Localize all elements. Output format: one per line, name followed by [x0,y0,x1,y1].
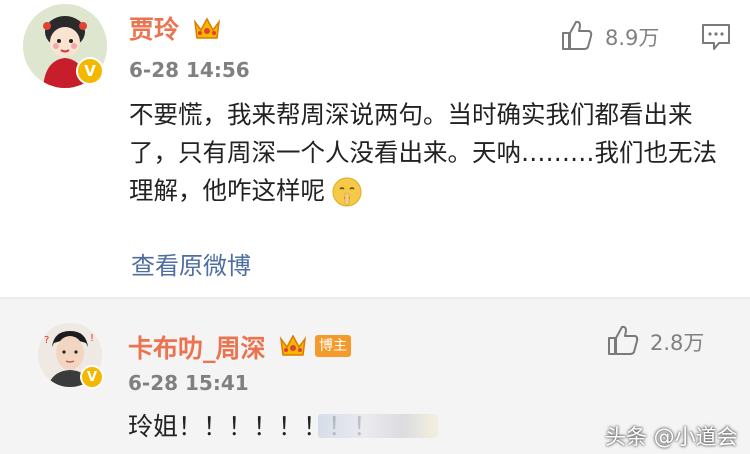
verified-v-icon: V [80,365,104,389]
comment-bubble-icon[interactable] [700,22,732,52]
comment-text: 不要慌，我来帮周深说两句。当时确实我们都看出来了，只有周深一个人没看出来。天呐…… [129,96,729,210]
thumbs-up-icon[interactable] [560,18,594,52]
comment-text-content: 不要慌，我来帮周深说两句。当时确实我们都看出来了，只有周深一个人没看出来。天呐…… [129,100,717,205]
svg-text:!: ! [90,333,94,344]
crown-icon [279,334,307,356]
like-count: 2.8万 [650,331,705,355]
blogger-badge: 博主 [315,335,351,357]
comment-card-1: V 贾玲 6-28 14:56 8.9万 不要慌，我来帮周深说两句。当时确实我们… [0,0,750,299]
svg-text:?: ? [44,335,49,346]
verified-v-icon: V [76,57,104,85]
view-original-post-link[interactable]: 查看原微博 [131,246,251,281]
blurred-overlay [318,414,438,438]
comment-time: 6-28 15:41 [128,371,249,395]
thumbs-up-icon[interactable] [606,323,640,357]
author-name[interactable]: 贾玲 [129,10,179,46]
author-name[interactable]: 卡布叻_周深 [128,329,266,365]
comment-time: 6-28 14:56 [129,58,250,82]
crown-icon [193,17,221,39]
shush-face-emoji-icon [332,177,362,207]
watermark: 头条 @小道会 [605,425,738,449]
like-count: 8.9万 [605,26,660,50]
